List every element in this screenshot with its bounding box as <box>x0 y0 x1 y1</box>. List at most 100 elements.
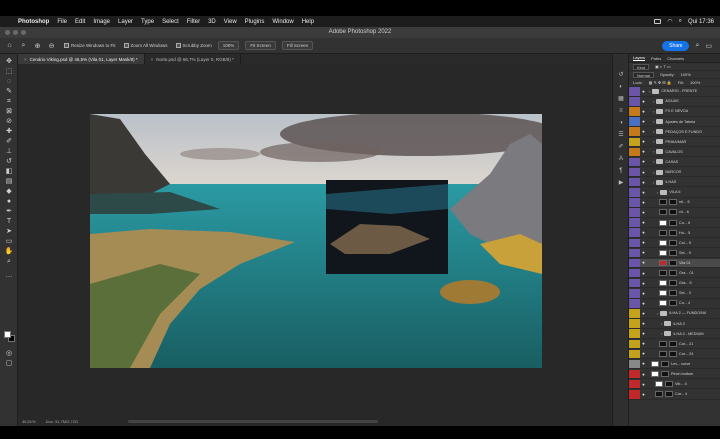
expand-chevron-icon[interactable]: › <box>653 119 654 124</box>
layer-row[interactable]: ● Hu... 5 <box>629 228 720 238</box>
screen-mode-icon[interactable]: ▢ <box>4 360 14 368</box>
layer-row[interactable]: ● Cu... 6 <box>629 218 720 228</box>
tab-layers[interactable]: Layers <box>633 55 646 61</box>
foreground-color-swatch[interactable] <box>4 331 11 338</box>
marquee-tool-icon[interactable]: ⬚ <box>4 68 14 76</box>
gradient-tool-icon[interactable]: ▤ <box>4 178 14 186</box>
layer-mask-thumbnail[interactable] <box>669 229 677 236</box>
history-icon[interactable]: ↺ <box>617 72 625 79</box>
menu-plugins[interactable]: Plugins <box>245 19 265 25</box>
layer-thumbnail[interactable] <box>659 340 667 347</box>
zoom-tool-icon[interactable]: ⌕ <box>19 41 28 50</box>
canvas-area[interactable] <box>18 64 612 416</box>
layer-row[interactable]: ● Cur... 24 <box>629 349 720 360</box>
visibility-eye-icon[interactable]: ● <box>640 301 647 306</box>
expand-chevron-icon[interactable]: › <box>657 311 658 316</box>
fill-screen-button[interactable]: Fill Screen <box>281 41 314 50</box>
history-brush-tool-icon[interactable]: ↺ <box>4 158 14 166</box>
layer-mask-thumbnail[interactable] <box>669 239 677 246</box>
lasso-tool-icon[interactable]: ◌ <box>4 78 14 86</box>
crop-tool-icon[interactable]: ⌗ <box>4 98 14 106</box>
layer-mask-thumbnail[interactable] <box>669 249 677 256</box>
layer-thumbnail[interactable] <box>651 360 659 367</box>
visibility-eye-icon[interactable]: ● <box>640 281 647 286</box>
wifi-icon[interactable]: ◠ <box>667 18 672 25</box>
visibility-eye-icon[interactable]: ● <box>640 271 647 276</box>
layer-thumbnail[interactable] <box>651 371 659 378</box>
tab-cenario-viking[interactable]: × Cenário Viking.psd @ 46,5% (Vila 01, La… <box>18 54 145 64</box>
pen-tool-icon[interactable]: ✒ <box>4 208 14 216</box>
visibility-eye-icon[interactable]: ● <box>640 260 647 265</box>
layer-thumbnail[interactable] <box>659 270 667 277</box>
zoom-tool-icon[interactable]: ⌕ <box>4 258 14 266</box>
close-window-icon[interactable] <box>5 30 10 35</box>
more-tools-icon[interactable]: … <box>4 272 14 280</box>
search-icon[interactable]: ⌕ <box>679 18 682 25</box>
layer-thumbnail[interactable] <box>655 391 663 398</box>
visibility-eye-icon[interactable]: ● <box>640 109 647 114</box>
layer-row[interactable]: ● Sel... 5 <box>629 248 720 259</box>
tab-channels[interactable]: Channels <box>667 56 684 61</box>
layer-row[interactable]: ● › ILHA 2 - MEDIUM <box>629 329 720 339</box>
visibility-eye-icon[interactable]: ● <box>640 210 647 215</box>
expand-chevron-icon[interactable]: › <box>661 321 662 326</box>
visibility-eye-icon[interactable]: ● <box>640 392 647 397</box>
menu-layer[interactable]: Layer <box>118 19 133 25</box>
layer-row[interactable]: ● › FX E NÉVOA <box>629 107 720 117</box>
expand-chevron-icon[interactable]: › <box>649 89 650 94</box>
scrubby-zoom-checkbox[interactable]: Scrubby Zoom <box>175 43 212 48</box>
layer-row[interactable]: ● › BARCOS <box>629 167 720 178</box>
layer-row[interactable]: ● Col... 5 <box>629 238 720 248</box>
visibility-eye-icon[interactable]: ● <box>640 341 647 346</box>
tab-norte[interactable]: × Norte.psd @ 66,7% (Layer 0, RGB/8) * <box>145 54 241 64</box>
layer-mask-thumbnail[interactable] <box>669 209 677 216</box>
minimize-window-icon[interactable] <box>13 30 18 35</box>
zoom-out-icon[interactable]: ⊖ <box>47 41 56 50</box>
menu-help[interactable]: Help <box>302 19 314 25</box>
layer-row[interactable]: ● › CENÁRIO - FRENTE <box>629 87 720 97</box>
filter-icons[interactable]: ▣ ◐ T ▭ <box>655 64 671 69</box>
clock-text[interactable]: Qui 17:36 <box>688 19 714 25</box>
layer-row[interactable]: ● Lev... curve <box>629 359 720 370</box>
stamp-tool-icon[interactable]: ⊥ <box>4 148 14 156</box>
properties-icon[interactable]: ≡ <box>617 108 625 115</box>
layer-thumbnail[interactable] <box>659 199 667 206</box>
visibility-eye-icon[interactable]: ● <box>640 200 647 205</box>
character-icon[interactable]: A <box>617 156 625 163</box>
visibility-eye-icon[interactable]: ● <box>640 139 647 144</box>
layer-mask-thumbnail[interactable] <box>669 280 677 287</box>
close-tab-icon[interactable]: × <box>24 57 27 62</box>
layer-thumbnail[interactable] <box>659 300 667 307</box>
layer-row[interactable]: ● › CASAS <box>629 157 720 168</box>
workspace-icon[interactable]: ▭ <box>705 42 712 50</box>
layer-row[interactable]: ● Vila 01 <box>629 258 720 269</box>
move-tool-icon[interactable]: ✥ <box>4 58 14 66</box>
visibility-eye-icon[interactable]: ● <box>640 240 647 245</box>
menu-filter[interactable]: Filter <box>187 19 200 25</box>
visibility-eye-icon[interactable]: ● <box>640 89 647 94</box>
layer-thumbnail[interactable] <box>659 259 667 266</box>
zoom-level[interactable]: 46,51% <box>22 419 36 424</box>
layer-thumbnail[interactable] <box>659 280 667 287</box>
visibility-eye-icon[interactable]: ● <box>640 351 647 356</box>
quick-mask-icon[interactable]: ◎ <box>4 350 14 358</box>
visibility-eye-icon[interactable]: ● <box>640 250 647 255</box>
visibility-eye-icon[interactable]: ● <box>640 230 647 235</box>
layer-mask-thumbnail[interactable] <box>669 259 677 266</box>
expand-chevron-icon[interactable]: › <box>653 149 654 154</box>
expand-chevron-icon[interactable]: › <box>653 180 654 185</box>
battery-icon[interactable] <box>654 19 662 24</box>
blend-mode-select[interactable]: Normal <box>633 71 654 78</box>
visibility-eye-icon[interactable]: ● <box>640 99 647 104</box>
layer-mask-thumbnail[interactable] <box>661 371 669 378</box>
layer-thumbnail[interactable] <box>659 209 667 216</box>
visibility-eye-icon[interactable]: ● <box>640 190 647 195</box>
menu-file[interactable]: File <box>57 19 67 25</box>
layer-mask-thumbnail[interactable] <box>669 270 677 277</box>
quick-select-tool-icon[interactable]: ✎ <box>4 88 14 96</box>
dodge-tool-icon[interactable]: ● <box>4 198 14 206</box>
zoom-in-icon[interactable]: ⊕ <box>33 41 42 50</box>
frame-tool-icon[interactable]: ⊠ <box>4 108 14 116</box>
layer-mask-thumbnail[interactable] <box>665 391 673 398</box>
expand-chevron-icon[interactable]: › <box>653 129 654 134</box>
